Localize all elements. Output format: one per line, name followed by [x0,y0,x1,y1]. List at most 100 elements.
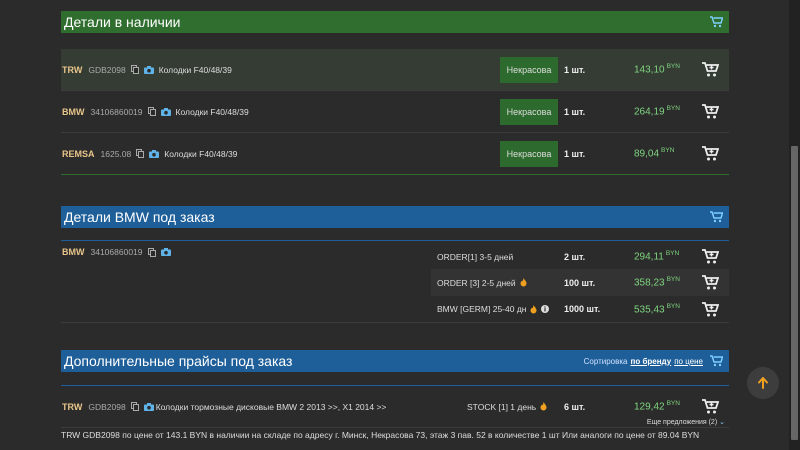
offer-row[interactable]: ORDER [3] 2-5 дней 100 шт. 358,23 BYN [431,270,729,296]
fire-icon [530,304,537,313]
price: 143,10 BYN [634,63,680,75]
part-description: Колодки F40/48/39 [175,106,249,117]
camera-icon[interactable] [149,149,160,159]
offer-option: BMW [GERM] 25-40 дн [437,304,550,314]
cart-icon[interactable] [709,354,723,368]
quantity: 1 шт. [564,148,586,159]
instock-title: Детали в наличии [64,14,181,30]
quantity: 1 шт. [564,106,586,117]
more-offers-link[interactable]: Еще предложения (2) ⌄ [647,418,725,426]
seo-description: TRW GDB2098 по цене от 143.1 BYN в налич… [61,430,700,440]
part-description: Колодки F40/48/39 [164,148,238,159]
price-value: 264,19 [634,106,665,118]
cart-icon[interactable] [709,210,723,224]
order-block: BMW 34106860019 ORDER[1] 3-5 дней 2 шт. … [61,241,729,323]
instock-section: Детали в наличии TRW GDB2098 Колодки F40… [61,11,729,175]
part-code: 34106860019 [90,247,143,257]
currency: BYN [666,105,680,113]
brand-label[interactable]: TRW [62,402,82,412]
arrow-up-icon [758,377,768,389]
currency: BYN [666,400,680,408]
table-row[interactable]: BMW 34106860019 Колодки F40/48/39 Некрас… [61,91,729,133]
price: 294,11 BYN [634,250,679,262]
sort-controls: Сортировка по бренду по цене [584,354,723,368]
camera-icon[interactable] [160,247,171,257]
currency: BYN [666,63,680,71]
instock-header: Детали в наличии [61,11,729,33]
store-badge[interactable]: Некрасова [500,140,558,167]
brand-label[interactable]: TRW [62,65,82,75]
add-to-cart-button[interactable] [701,274,719,292]
fire-icon [520,278,527,287]
scroll-to-top-button[interactable] [747,367,779,399]
part-description: Колодки тормозные дисковые BMW 2 2013 >>… [155,401,387,412]
camera-icon[interactable] [143,402,154,412]
cart-icon[interactable] [709,15,723,29]
add-to-cart-button[interactable] [701,145,719,163]
price: 264,19 BYN [634,105,680,117]
quantity: 2 шт. [564,251,586,262]
currency: BYN [661,147,675,155]
quantity: 1000 шт. [564,304,601,314]
table-row[interactable]: REMSA 1625.08 Колодки F40/48/39 Некрасов… [61,133,729,175]
part-description: Колодки F40/48/39 [158,64,232,75]
sort-by-price-link[interactable]: по цене [674,357,703,366]
brand-label[interactable]: BMW [62,247,85,257]
extra-header: Дополнительные прайсы под заказ Сортиров… [61,350,729,372]
extra-section: Дополнительные прайсы под заказ Сортиров… [61,350,729,428]
add-to-cart-button[interactable] [701,103,719,121]
price: 129,42 BYN [634,400,680,412]
price-value: 143,10 [634,64,665,76]
brand-label[interactable]: BMW [62,107,85,117]
order-section: Детали BMW под заказ BMW 34106860019 ORD… [61,206,729,323]
order-part: BMW 34106860019 [61,247,171,257]
order-header: Детали BMW под заказ [61,206,729,228]
scrollbar-thumb[interactable] [791,146,798,440]
quantity: 100 шт. [564,277,596,288]
sort-by-brand-link[interactable]: по бренду [631,357,672,366]
price-value: 89,04 [634,148,660,160]
offer-option-label: ORDER [3] 2-5 дней [437,277,516,288]
camera-icon[interactable] [160,107,171,117]
price: 89,04 BYN [634,147,674,159]
price: 535,43 BYN [634,303,680,315]
part-code: 1625.08 [100,148,132,159]
fire-icon [540,402,547,411]
add-to-cart-button[interactable] [701,248,719,266]
copy-icon[interactable] [147,107,157,117]
part-code: 34106860019 [90,106,143,117]
add-to-cart-button[interactable] [701,398,719,416]
store-badge[interactable]: Некрасова [500,98,558,125]
offer-row[interactable]: ORDER[1] 3-5 дней 2 шт. 294,11 BYN [431,244,729,270]
offer-row[interactable]: BMW [GERM] 25-40 дн 1000 шт. 535,43 BYN [431,296,729,322]
offer-option: ORDER [3] 2-5 дней [437,278,527,288]
price-value: 129,42 [634,401,665,413]
price-value: 535,43 [634,304,665,316]
info-icon[interactable] [541,305,550,313]
price-value: 358,23 [634,277,665,289]
price-value: 294,11 [634,251,664,263]
order-title: Детали BMW под заказ [64,209,215,225]
offer-option-label: STOCK [1] 1 день [467,401,537,412]
scrollbar[interactable] [789,0,800,450]
currency: BYN [666,276,680,284]
currency: BYN [665,250,680,258]
copy-icon[interactable] [147,247,157,257]
copy-icon[interactable] [135,149,145,159]
camera-icon[interactable] [143,65,154,75]
price: 358,23 BYN [634,276,680,288]
table-row[interactable]: TRW GDB2098 Колодки F40/48/39 Некрасова … [61,49,729,91]
add-to-cart-button[interactable] [701,61,719,79]
offer-option: STOCK [1] 1 день [467,402,547,412]
copy-icon[interactable] [130,402,140,412]
store-badge[interactable]: Некрасова [500,56,558,83]
offer-option: ORDER[1] 3-5 дней [437,251,514,262]
brand-label[interactable]: REMSA [62,149,95,159]
copy-icon[interactable] [130,65,140,75]
offer-option-label: BMW [GERM] 25-40 дн [437,304,527,314]
part-code: GDB2098 [88,401,126,412]
add-to-cart-button[interactable] [701,300,719,318]
table-row[interactable]: TRW GDB2098 Колодки тормозные дисковые B… [61,386,729,428]
chevron-down-icon: ⌄ [719,419,725,426]
quantity: 6 шт. [564,401,586,412]
